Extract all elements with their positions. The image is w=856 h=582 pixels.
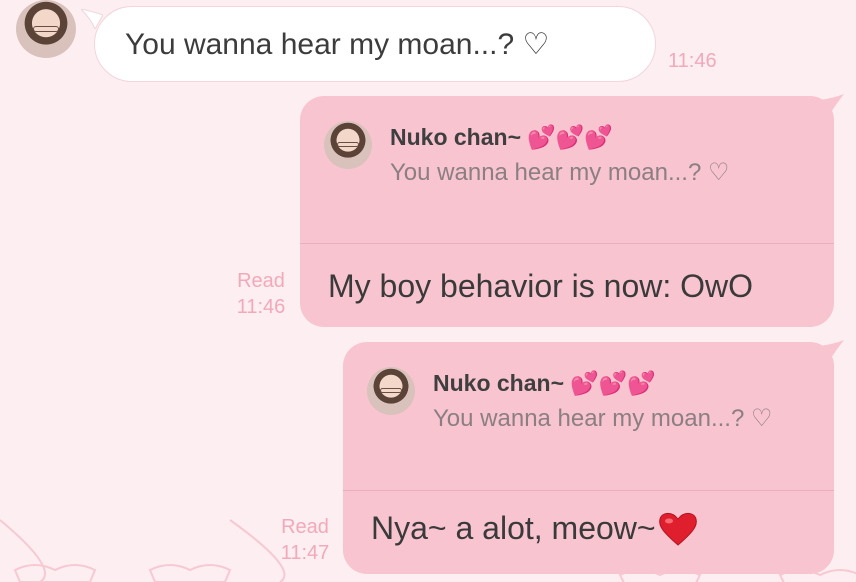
quoted-sender-avatar	[367, 367, 415, 415]
hearts-emoji-icon: 💕💕💕	[570, 370, 656, 396]
quote-divider	[343, 490, 834, 491]
bubble-tail-icon	[820, 340, 844, 360]
outgoing-message-text: Nya~ a alot, meow~	[371, 510, 656, 546]
incoming-message-bubble[interactable]: You wanna hear my moan...? ♡	[81, 6, 656, 82]
hearts-emoji-icon: 💕💕💕	[527, 124, 613, 150]
quoted-message-text: You wanna hear my moan...? ♡	[390, 159, 730, 186]
outgoing-message-text: My boy behavior is now: OwO	[328, 268, 754, 304]
quoted-sender-name: Nuko chan~	[390, 124, 522, 150]
incoming-timestamp: 11:46	[668, 50, 717, 72]
outgoing-timestamp: 11:47	[280, 542, 330, 564]
message-meta: Read 11:47	[270, 514, 340, 566]
read-receipt: Read	[237, 270, 285, 292]
message-meta: Read 11:46	[226, 268, 296, 320]
sender-avatar[interactable]	[16, 0, 76, 58]
outgoing-timestamp: 11:46	[236, 296, 286, 318]
quoted-message-text: You wanna hear my moan...? ♡	[433, 405, 773, 432]
outgoing-reply-bubble[interactable]: Nuko chan~ 💕💕💕 You wanna hear my moan...…	[343, 340, 844, 574]
quote-divider	[300, 243, 834, 244]
red-heart-icon	[658, 512, 697, 546]
read-receipt: Read	[281, 516, 329, 538]
quoted-sender-name: Nuko chan~	[433, 370, 565, 396]
bubble-tail-icon	[81, 9, 103, 29]
incoming-message-text: You wanna hear my moan...? ♡	[125, 27, 550, 61]
quoted-sender-avatar	[324, 121, 372, 169]
outgoing-reply-bubble[interactable]: Nuko chan~ 💕💕💕 You wanna hear my moan...…	[300, 94, 844, 327]
bubble-tail-icon	[820, 94, 844, 114]
